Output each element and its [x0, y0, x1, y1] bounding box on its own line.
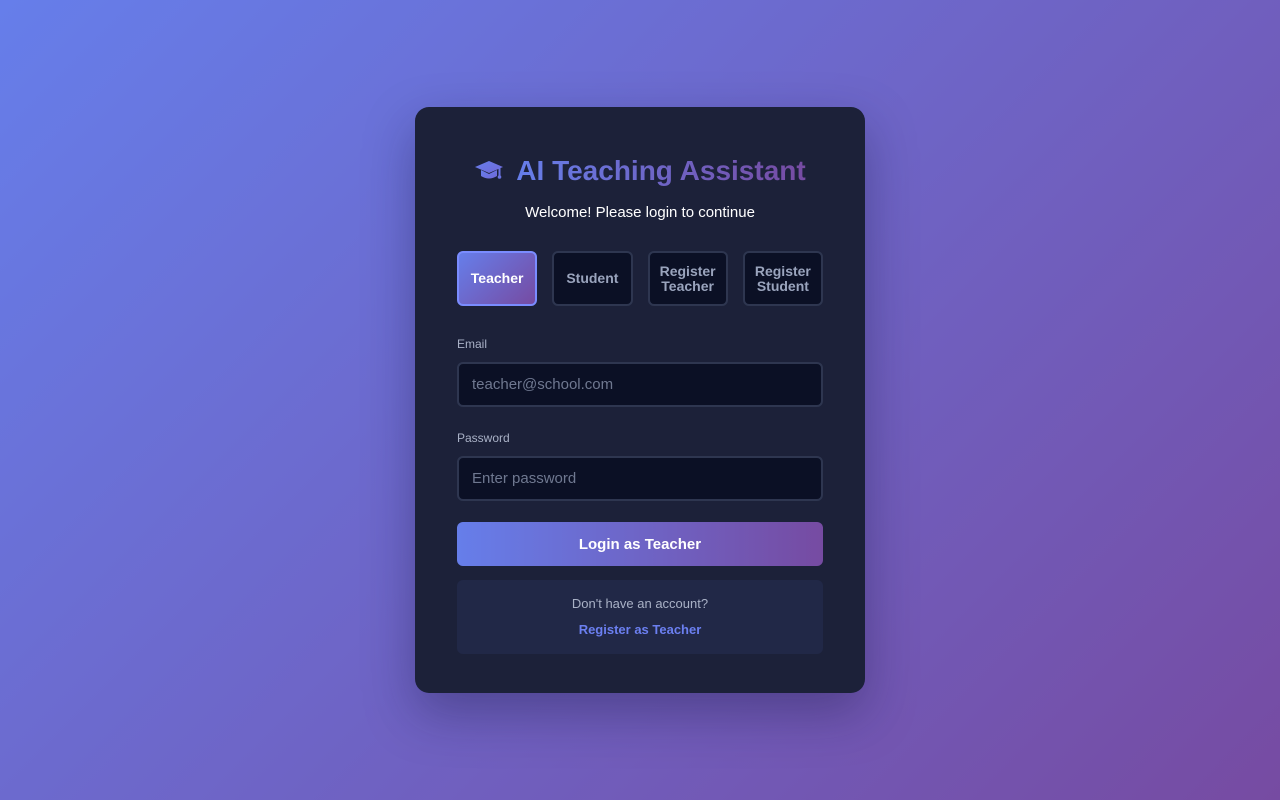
email-field[interactable] — [457, 362, 823, 407]
login-card: AI Teaching Assistant Welcome! Please lo… — [415, 107, 865, 693]
tab-student[interactable]: Student — [552, 251, 633, 306]
tab-teacher[interactable]: Teacher — [457, 251, 538, 306]
register-prompt: Don't have an account? — [571, 596, 709, 611]
email-label: Email — [457, 337, 488, 351]
password-field[interactable] — [457, 456, 823, 501]
tab-register-teacher[interactable]: Register Teacher — [647, 251, 728, 306]
welcome-subtitle: Welcome! Please login to continue — [525, 204, 755, 221]
header: AI Teaching Assistant — [457, 149, 823, 193]
app-title: AI Teaching Assistant — [516, 155, 806, 186]
register-link[interactable]: Register as Teacher — [579, 622, 702, 637]
password-label: Password — [457, 431, 510, 445]
login-button[interactable]: Login as Teacher — [457, 522, 823, 566]
graduation-cap-icon — [474, 156, 504, 186]
register-panel: Don't have an account? Register as Teach… — [457, 580, 823, 654]
tab-register-student[interactable]: Register Student — [742, 251, 823, 306]
role-tabs: Teacher Student Register Teacher Registe… — [457, 251, 823, 306]
